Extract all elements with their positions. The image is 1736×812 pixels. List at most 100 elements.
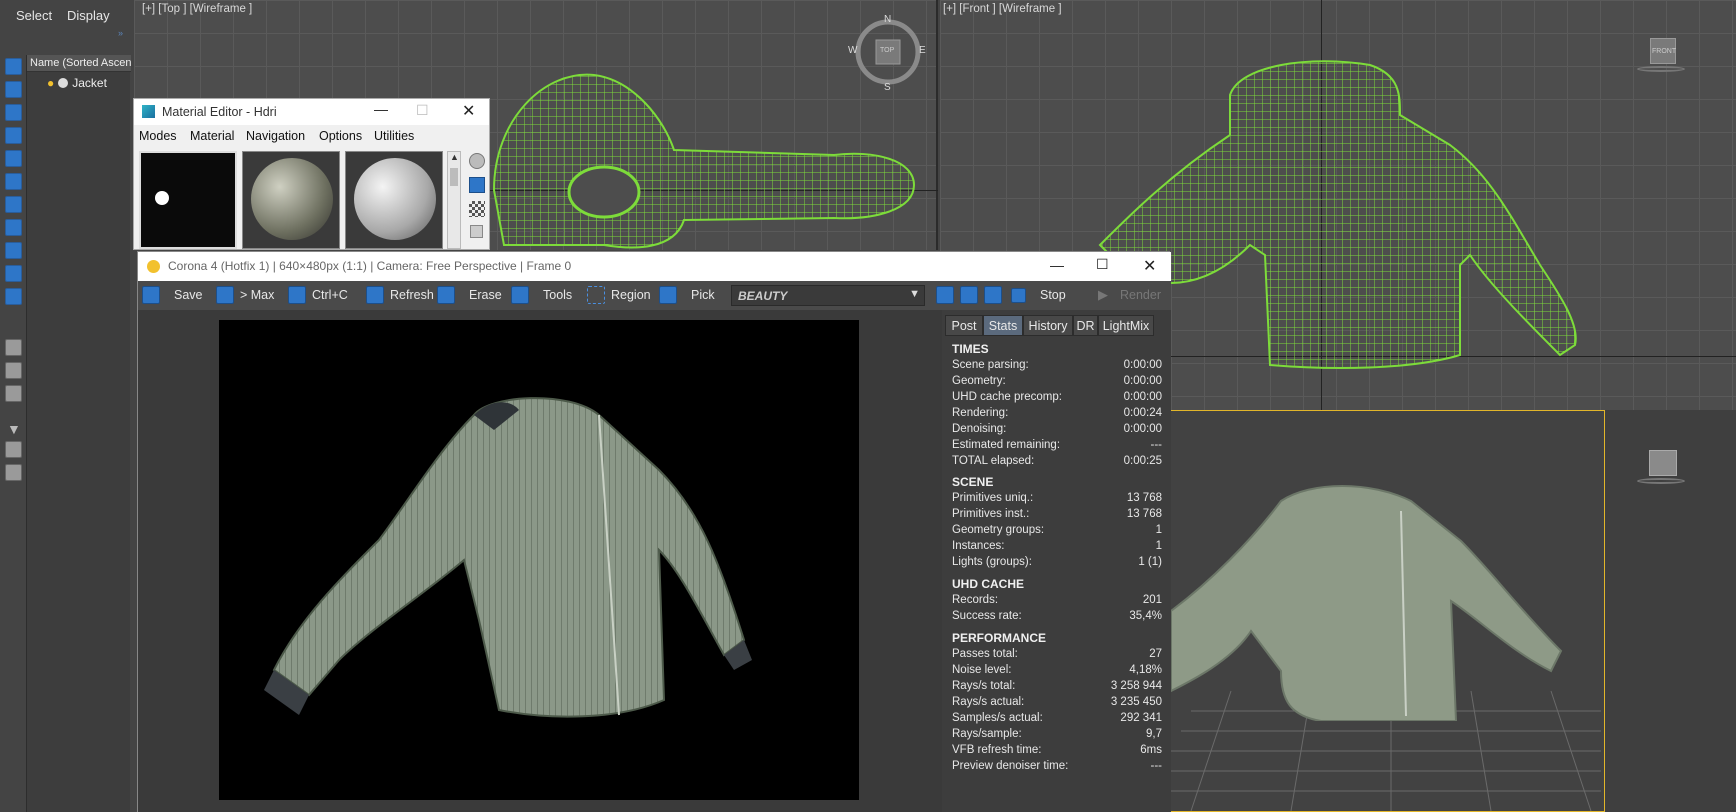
hierarchy-icon[interactable] [5,441,22,458]
select-all-icon[interactable] [5,58,22,75]
display-xrefs-icon[interactable] [5,242,22,259]
stat-row: TOTAL elapsed: 0:00:25 [952,455,1162,467]
filter-toolbar: ▼ [3,56,23,481]
erase-icon [437,286,455,304]
app-icon [142,105,155,118]
compass-w: W [848,45,858,56]
menu-utilities[interactable]: Utilities [374,129,414,143]
sample-type-icon[interactable] [469,153,485,169]
layer-icon[interactable] [5,339,22,356]
display-lights-icon[interactable] [5,127,22,144]
minimize-icon[interactable]: — [1050,257,1064,273]
stat-row: Primitives inst.: 13 768 [952,508,1162,520]
zoom-out-icon[interactable] [960,286,978,304]
channel-select[interactable]: BEAUTY ▼ [731,285,925,306]
viewport-label-top[interactable]: [+] [Top ] [Wireframe ] [142,3,252,15]
compass-e: E [919,45,926,56]
rendered-jacket [264,397,752,718]
render-image[interactable] [219,320,859,800]
panel-collapse-icon[interactable]: » [118,28,123,38]
slot-scrollbar[interactable]: ▲ [447,151,461,249]
display-groups-icon[interactable] [5,219,22,236]
maximize-icon[interactable]: ☐ [1096,256,1109,273]
sample-uv-icon[interactable] [470,225,483,238]
filter-icon[interactable]: ▼ [7,421,21,437]
stats-heading-times: TIMES [952,342,989,356]
stat-row: Geometry: 0:00:00 [952,375,1162,387]
stats-heading-performance: PERFORMANCE [952,631,1047,645]
pick-button[interactable]: Pick [659,284,715,306]
viewport-label-front[interactable]: [+] [Front ] [Wireframe ] [943,3,1062,15]
scroll-up-icon[interactable]: ▲ [450,152,459,162]
page-icon[interactable] [5,362,22,379]
tab-select[interactable]: Select [16,8,52,23]
scene-explorer: Name (Sorted Ascen ● Jacket [26,55,131,812]
minimize-icon[interactable]: — [374,101,388,117]
close-icon[interactable]: ✕ [462,101,475,121]
display-cameras-icon[interactable] [5,150,22,167]
viewport-perspective[interactable] [1170,410,1736,812]
material-slot-fabric[interactable] [242,151,340,249]
stat-row: VFB refresh time: 6ms [952,744,1162,756]
menu-navigation[interactable]: Navigation [246,129,305,143]
object-icon [58,78,69,88]
display-helpers-icon[interactable] [5,173,22,190]
close-icon[interactable]: ✕ [1143,256,1156,276]
tab-post[interactable]: Post [945,315,983,336]
copy-button[interactable]: Ctrl+C [288,284,348,306]
menu-material[interactable]: Material [190,129,234,143]
stat-row: Preview denoiser time: --- [952,760,1162,772]
tab-lightmix[interactable]: LightMix [1098,315,1154,336]
display-geometry-icon[interactable] [5,81,22,98]
save-button[interactable]: Save [142,284,203,306]
corona-vfb-window: Corona 4 (Hotfix 1) | 640×480px (1:1) | … [137,251,1171,812]
stat-row: Passes total: 27 [952,648,1162,660]
maximize-icon[interactable]: ☐ [416,102,429,119]
material-side-tools [466,151,488,249]
refresh-button[interactable]: Refresh [366,284,434,306]
bulb-icon[interactable]: ● [47,76,54,90]
material-slot-default[interactable] [345,151,443,249]
menu-options[interactable]: Options [319,129,362,143]
stat-row: Noise level: 4,18% [952,664,1162,676]
display-shapes-icon[interactable] [5,104,22,121]
compass-n: N [884,14,892,25]
zoom-in-icon[interactable] [936,286,954,304]
backlight-icon[interactable] [469,177,485,193]
zoom-fit-icon[interactable] [984,286,1002,304]
stat-row: Rays/s total: 3 258 944 [952,680,1162,692]
tab-history[interactable]: History [1023,315,1073,336]
tab-stats[interactable]: Stats [983,315,1023,336]
stats-heading-scene: SCENE [952,475,994,489]
column-header[interactable]: Name (Sorted Ascen [27,55,131,72]
stats-panel: Post Stats History DR LightMix TIMES Sce… [942,310,1171,812]
stop-button[interactable]: Stop [1011,284,1066,306]
list-icon[interactable] [5,385,22,402]
menu-modes[interactable]: Modes [139,129,177,143]
tab-display[interactable]: Display [67,8,110,23]
clipboard-icon [288,286,306,304]
tab-dr[interactable]: DR [1073,315,1098,336]
checker-background-icon[interactable] [469,201,485,217]
viewcube-front[interactable]: FRONT [1637,38,1685,76]
material-slot-hdri[interactable] [139,151,237,249]
stat-row: Rays/s actual: 3 235 450 [952,696,1162,708]
material-editor-titlebar[interactable]: Material Editor - Hdri — ☐ ✕ [134,99,489,125]
stat-row: UHD cache precomp: 0:00:00 [952,391,1162,403]
region-icon [587,286,605,304]
viewcube-perspective[interactable] [1637,450,1685,490]
region-button[interactable]: Region [587,284,651,306]
material-editor-window: Material Editor - Hdri — ☐ ✕ Modes Mater… [133,98,490,250]
stat-row: Rendering: 0:00:24 [952,407,1162,419]
vfb-titlebar[interactable]: Corona 4 (Hotfix 1) | 640×480px (1:1) | … [138,252,1171,281]
display-containers-icon[interactable] [5,288,22,305]
display-bones-icon[interactable] [5,265,22,282]
tools-button[interactable]: Tools [511,284,572,306]
display-spacewarps-icon[interactable] [5,196,22,213]
to-max-button[interactable]: > Max [216,284,274,306]
corona-icon [147,260,160,273]
erase-button[interactable]: Erase [437,284,502,306]
slate-icon[interactable] [5,464,22,481]
tree-item-jacket[interactable]: ● Jacket [47,75,127,91]
render-button[interactable]: ▶ Render [1098,284,1161,306]
